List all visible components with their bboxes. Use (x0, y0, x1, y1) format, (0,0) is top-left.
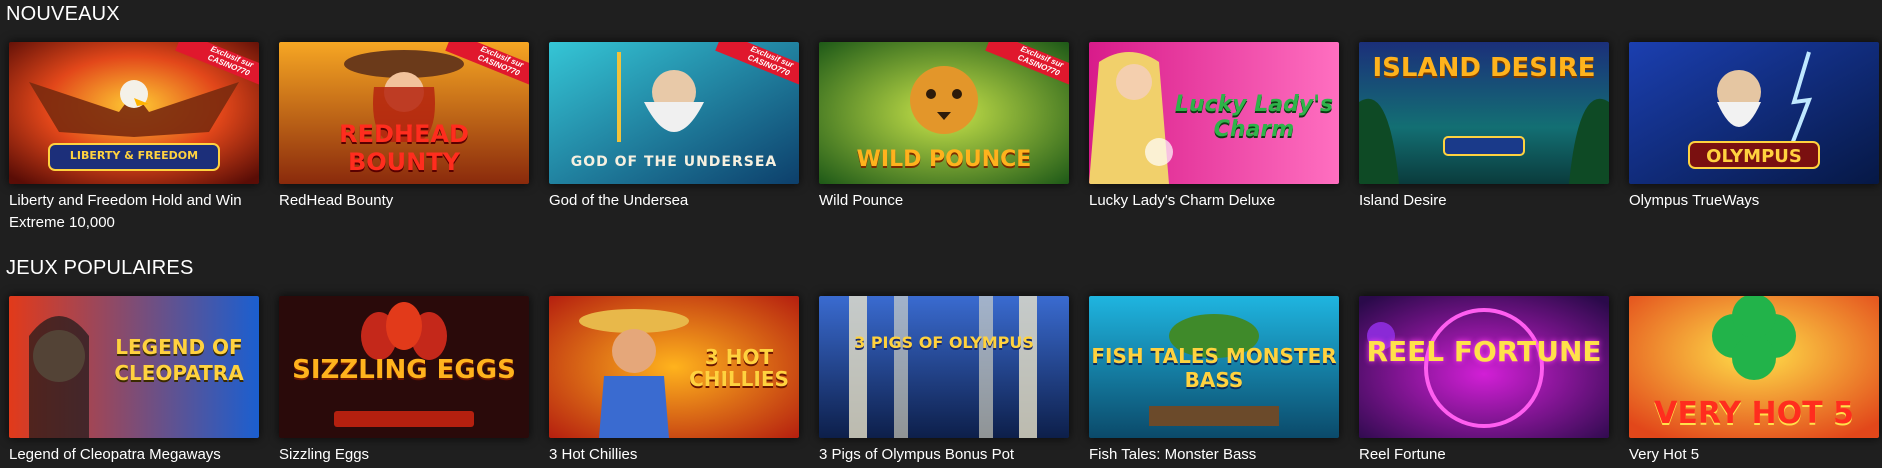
game-name[interactable]: Very Hot 5 (1629, 444, 1879, 466)
game-card[interactable]: Lucky Lady's Charm Lucky Lady's Charm De… (1089, 42, 1339, 212)
game-logo-text: VERY HOT 5 (1654, 396, 1854, 431)
section-title-nouveaux: NOUVEAUX (6, 3, 120, 25)
game-name[interactable]: 3 Hot Chillies (549, 444, 799, 466)
game-thumbnail[interactable]: REEL FORTUNE (1359, 296, 1609, 438)
game-card[interactable]: ISLAND DESIRE Island Desire (1359, 42, 1609, 212)
game-name[interactable]: Reel Fortune (1359, 444, 1609, 466)
game-logo-text: 3 PIGS OF OLYMPUS (854, 333, 1034, 352)
game-name[interactable]: Olympus TrueWays (1629, 190, 1879, 212)
game-thumbnail[interactable]: SIZZLING EGGS (279, 296, 529, 438)
game-thumbnail[interactable]: 3 HOT CHILLIES (549, 296, 799, 438)
game-logo-text: 3 HOT CHILLIES (689, 345, 789, 391)
game-thumbnail[interactable]: REDHEAD BOUNTY Exclusif sur CASINO770 (279, 42, 529, 184)
game-thumbnail[interactable]: OLYMPUS (1629, 42, 1879, 184)
game-card[interactable]: OLYMPUS Olympus TrueWays (1629, 42, 1879, 212)
game-card[interactable]: FISH TALES MONSTER BASS Fish Tales: Mons… (1089, 296, 1339, 466)
game-card[interactable]: SIZZLING EGGS Sizzling Eggs (279, 296, 529, 466)
game-logo-text: FISH TALES MONSTER BASS (1091, 344, 1337, 392)
game-thumbnail[interactable]: FISH TALES MONSTER BASS (1089, 296, 1339, 438)
game-name[interactable]: Island Desire (1359, 190, 1609, 212)
game-thumbnail[interactable]: VERY HOT 5 (1629, 296, 1879, 438)
game-card[interactable]: REEL FORTUNE Reel Fortune (1359, 296, 1609, 466)
game-logo-text: REDHEAD BOUNTY (339, 120, 469, 176)
game-card[interactable]: 3 HOT CHILLIES 3 Hot Chillies (549, 296, 799, 466)
game-thumbnail[interactable]: GOD OF THE UNDERSEA Exclusif sur CASINO77… (549, 42, 799, 184)
game-thumbnail[interactable]: Lucky Lady's Charm (1089, 42, 1339, 184)
game-name[interactable]: Lucky Lady's Charm Deluxe (1089, 190, 1339, 212)
game-logo-text: LIBERTY & FREEDOM (69, 149, 199, 162)
game-name[interactable]: Legend of Cleopatra Megaways (9, 444, 259, 466)
game-card[interactable]: REDHEAD BOUNTY Exclusif sur CASINO770 Red… (279, 42, 529, 212)
game-name[interactable]: 3 Pigs of Olympus Bonus Pot (819, 444, 1069, 466)
game-thumbnail[interactable]: LEGEND OF CLEOPATRA (9, 296, 259, 438)
game-name[interactable]: God of the Undersea (549, 190, 799, 212)
temple-artwork (819, 296, 1069, 438)
game-thumbnail[interactable]: ISLAND DESIRE (1359, 42, 1609, 184)
game-card[interactable]: LIBERTY & FREEDOM Exclusif sur CASINO770 … (9, 42, 259, 234)
game-card[interactable]: 3 PIGS OF OLYMPUS 3 Pigs of Olympus Bonu… (819, 296, 1069, 466)
game-card[interactable]: WILD POUNCE Exclusif sur CASINO770 Wild P… (819, 42, 1069, 212)
section-title-jeux-populaires: JEUX POPULAIRES (6, 257, 194, 279)
game-logo-text: LEGEND OF CLEOPATRA (114, 335, 244, 385)
game-name[interactable]: Sizzling Eggs (279, 444, 529, 466)
game-logo-text: Lucky Lady's Charm (1174, 92, 1334, 142)
game-logo-text: ISLAND DESIRE (1372, 53, 1596, 83)
game-card[interactable]: VERY HOT 5 Very Hot 5 (1629, 296, 1879, 466)
game-card[interactable]: LEGEND OF CLEOPATRA Legend of Cleopatra … (9, 296, 259, 466)
game-logo-text: OLYMPUS (1706, 146, 1802, 167)
game-logo-text: REEL FORTUNE (1366, 335, 1602, 368)
game-card[interactable]: GOD OF THE UNDERSEA Exclusif sur CASINO77… (549, 42, 799, 212)
game-logo-text: GOD OF THE UNDERSEA (570, 154, 778, 170)
game-logo-text: SIZZLING EGGS (292, 355, 516, 385)
game-name[interactable]: Liberty and Freedom Hold and Win Extreme… (9, 190, 259, 234)
game-name[interactable]: Fish Tales: Monster Bass (1089, 444, 1339, 466)
game-thumbnail[interactable]: WILD POUNCE Exclusif sur CASINO770 (819, 42, 1069, 184)
game-name[interactable]: RedHead Bounty (279, 190, 529, 212)
game-thumbnail[interactable]: LIBERTY & FREEDOM Exclusif sur CASINO770 (9, 42, 259, 184)
game-logo-text: WILD POUNCE (856, 147, 1032, 172)
game-name[interactable]: Wild Pounce (819, 190, 1069, 212)
game-thumbnail[interactable]: 3 PIGS OF OLYMPUS (819, 296, 1069, 438)
